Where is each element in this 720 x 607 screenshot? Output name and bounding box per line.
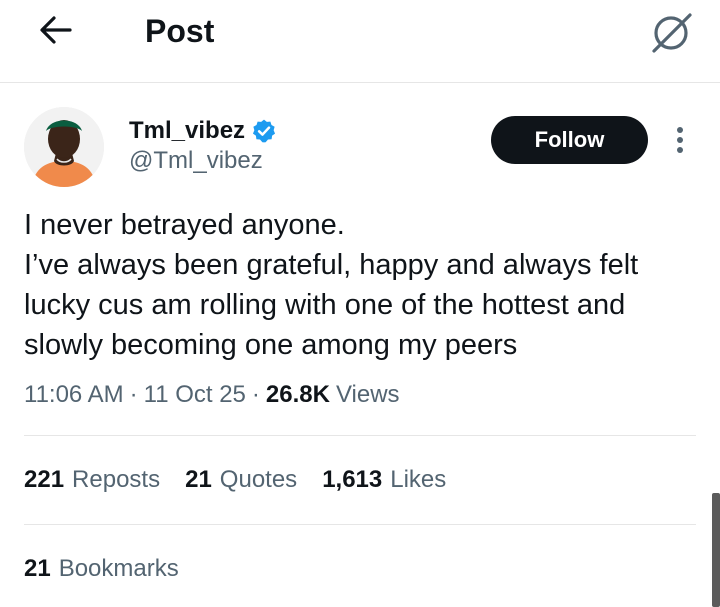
arrow-left-icon xyxy=(40,16,72,44)
author-name-row: Tml_vibez xyxy=(129,116,277,146)
quotes-stat[interactable]: 21 Quotes xyxy=(185,466,297,494)
post-date[interactable]: 11 Oct 25 xyxy=(144,381,246,409)
back-button[interactable] xyxy=(34,8,78,52)
quotes-label: Quotes xyxy=(219,466,298,493)
divider xyxy=(24,435,696,436)
divider xyxy=(24,524,696,525)
post-meta: 11:06 AM · 11 Oct 25 · 26.8K Views xyxy=(24,377,400,413)
scrollbar[interactable] xyxy=(712,493,720,607)
more-vertical-icon xyxy=(677,127,683,153)
post-detail-page: Post Tml_vibez @Tml_vibez Follow I never… xyxy=(0,0,720,607)
follow-button[interactable]: Follow xyxy=(491,116,648,164)
reposts-count: 221 xyxy=(24,466,65,493)
post-time[interactable]: 11:06 AM xyxy=(24,381,124,409)
reposts-label: Reposts xyxy=(72,466,161,493)
meta-separator: · xyxy=(251,381,260,408)
author-handle[interactable]: @Tml_vibez xyxy=(129,146,263,176)
views-label: Views xyxy=(335,381,400,408)
display-name[interactable]: Tml_vibez xyxy=(129,116,245,146)
likes-count: 1,613 xyxy=(322,466,383,493)
post-text: I never betrayed anyone. I’ve always bee… xyxy=(24,209,639,361)
likes-stat[interactable]: 1,613 Likes xyxy=(322,466,446,494)
quotes-count: 21 xyxy=(185,466,212,493)
more-options-button[interactable] xyxy=(664,118,696,162)
top-bar: Post xyxy=(0,0,720,83)
reposts-stat[interactable]: 221 Reposts xyxy=(24,466,160,494)
engagement-stats: 221 Reposts 21 Quotes 1,613 Likes xyxy=(24,462,471,498)
likes-label: Likes xyxy=(390,466,447,493)
verified-badge-icon xyxy=(252,119,276,143)
grok-button[interactable] xyxy=(645,6,697,58)
views-count: 26.8K xyxy=(265,381,330,408)
avatar-image xyxy=(24,107,104,187)
page-title: Post xyxy=(145,13,215,49)
avatar[interactable] xyxy=(24,107,104,187)
bookmarks-stat[interactable]: 21 Bookmarks xyxy=(24,551,179,587)
bookmarks-label: Bookmarks xyxy=(58,555,179,582)
meta-separator: · xyxy=(129,381,138,408)
grok-icon xyxy=(652,13,692,53)
bookmarks-count: 21 xyxy=(24,555,51,582)
